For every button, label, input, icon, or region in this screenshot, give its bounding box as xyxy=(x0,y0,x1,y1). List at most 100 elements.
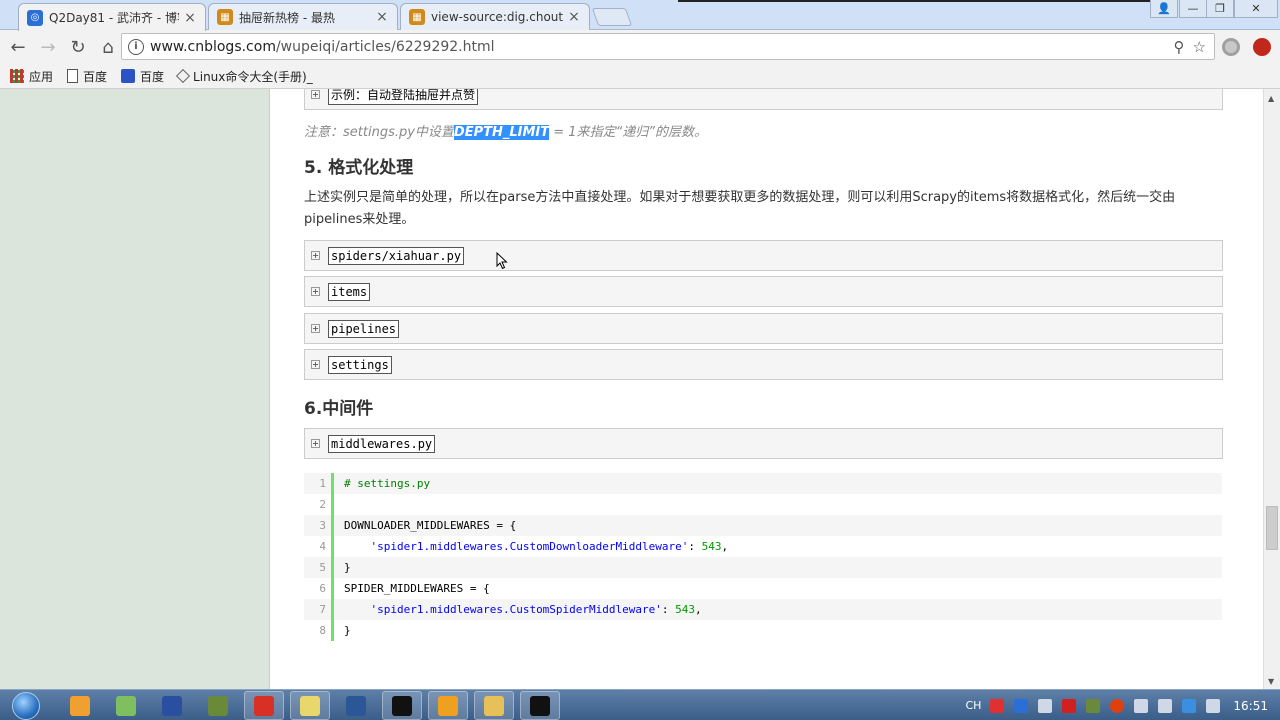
reload-button[interactable]: ↻ xyxy=(64,33,92,61)
line-number: 8 xyxy=(304,620,334,641)
taskbar-app[interactable] xyxy=(336,691,376,720)
extension-upload-icon[interactable] xyxy=(1253,38,1271,56)
tab-cnblogs[interactable]: ◎ Q2Day81 - 武沛齐 - 博客 × xyxy=(18,3,206,31)
tab-chouti[interactable]: ▦ 抽屉新热榜 - 最热 × xyxy=(208,3,398,30)
network-icon[interactable] xyxy=(1134,698,1149,713)
tools-tray-icon[interactable] xyxy=(1086,698,1101,713)
bookmark-label: Linux命令大全(手册)_ xyxy=(193,69,313,84)
site-info-icon[interactable]: i xyxy=(128,38,144,55)
scroll-up-icon[interactable]: ▲ xyxy=(1268,94,1274,103)
zoom-icon[interactable]: ⚲ xyxy=(1174,38,1185,56)
taskbar-app[interactable] xyxy=(474,691,514,720)
close-icon[interactable]: × xyxy=(567,9,581,25)
mouse-cursor-icon xyxy=(496,252,508,270)
collapsed-code-block[interactable]: middlewares.py xyxy=(304,428,1223,459)
folder-icon xyxy=(484,695,504,716)
expand-icon[interactable] xyxy=(311,251,320,260)
record-icon[interactable] xyxy=(1110,698,1125,713)
address-bar[interactable]: i www.cnblogs.com/wupeiqi/articles/62292… xyxy=(121,33,1215,60)
code-line: 2 xyxy=(304,494,1222,515)
taskbar-app[interactable] xyxy=(244,691,284,720)
taskbar-app[interactable] xyxy=(290,691,330,720)
page-sidebar xyxy=(0,89,270,689)
paint-icon xyxy=(116,695,136,716)
line-number: 2 xyxy=(304,494,334,515)
new-tab-button[interactable] xyxy=(591,8,633,26)
line-number: 5 xyxy=(304,557,334,578)
collapsed-code-block[interactable]: pipelines xyxy=(304,313,1223,344)
line-number: 4 xyxy=(304,536,334,557)
collapsed-code-block[interactable]: 示例：自动登陆抽屉并点赞 xyxy=(304,89,1223,110)
terminal-icon xyxy=(392,695,412,716)
code-line: 1 # settings.py xyxy=(304,473,1222,494)
taskbar-app[interactable] xyxy=(106,691,146,720)
vertical-scrollbar[interactable]: ▲ ▼ xyxy=(1263,89,1280,689)
antivirus-icon[interactable] xyxy=(1062,698,1077,713)
paw-icon xyxy=(121,69,136,83)
section-heading: 6.中间件 xyxy=(304,399,374,419)
browser-toolbar: ← → ↻ ⌂ i www.cnblogs.com/wupeiqi/articl… xyxy=(0,30,1280,64)
bookmark-label: 应用 xyxy=(29,69,54,84)
sticky-note-icon xyxy=(438,695,458,716)
word-icon xyxy=(346,695,366,716)
window-edge-line xyxy=(678,0,1150,2)
close-window-button[interactable]: ✕ xyxy=(1234,0,1278,18)
bookmark-baidu-2[interactable]: 百度 xyxy=(121,68,164,85)
collapsed-code-block[interactable]: spiders/xiahuar.py xyxy=(304,240,1223,271)
scroll-down-icon[interactable]: ▼ xyxy=(1268,677,1274,686)
fold-label: items xyxy=(328,282,371,301)
cnblogs-favicon-icon: ◎ xyxy=(27,9,43,26)
section-heading: 5. 格式化处理 xyxy=(304,158,414,178)
back-button[interactable]: ← xyxy=(4,33,32,61)
minimize-button[interactable]: — xyxy=(1179,0,1207,18)
extension-ring-icon[interactable] xyxy=(1222,38,1240,56)
bookmark-linux[interactable]: Linux命令大全(手册)_ xyxy=(175,68,313,85)
code-line: 5 } xyxy=(304,557,1222,578)
taskbar-app[interactable] xyxy=(520,691,560,720)
restore-button[interactable]: ❐ xyxy=(1206,0,1234,18)
code-line: 4 'spider1.middlewares.CustomDownloaderM… xyxy=(304,536,1222,557)
forward-button[interactable]: → xyxy=(34,33,62,61)
input-language[interactable]: CH xyxy=(965,699,981,712)
system-tray: CH 16:51 xyxy=(965,690,1280,720)
bookmark-shape-icon xyxy=(175,68,191,84)
close-icon[interactable]: × xyxy=(375,9,389,25)
notepad-icon xyxy=(300,695,320,716)
expand-icon[interactable] xyxy=(311,287,320,296)
home-button[interactable]: ⌂ xyxy=(94,33,122,61)
collapsed-code-block[interactable]: settings xyxy=(304,349,1223,380)
display-icon[interactable] xyxy=(1158,698,1173,713)
code-block: 1 # settings.py 2 3 DOWNLOADER_MIDDLEWAR… xyxy=(304,473,1222,641)
bookmark-baidu-1[interactable]: 百度 xyxy=(67,68,107,85)
tab-view-source[interactable]: ▦ view-source:dig.chouti × xyxy=(400,3,590,30)
user-profile-icon[interactable]: 👤 xyxy=(1150,0,1178,18)
expand-icon[interactable] xyxy=(311,90,320,99)
apps-grid-icon xyxy=(10,69,24,83)
volume-icon[interactable] xyxy=(1206,698,1221,713)
start-button[interactable] xyxy=(6,690,46,720)
floppy-save-icon xyxy=(162,695,182,716)
paragraph: 上述实例只是简单的处理，所以在parse方法中直接处理。如果对于想要获取更多的数… xyxy=(304,190,1176,227)
scrollbar-thumb[interactable] xyxy=(1266,506,1278,550)
clock[interactable]: 16:51 xyxy=(1233,699,1268,713)
collapsed-code-block[interactable]: items xyxy=(304,276,1223,307)
expand-icon[interactable] xyxy=(311,324,320,333)
help-icon[interactable] xyxy=(1014,698,1029,713)
chouti-favicon-icon: ▦ xyxy=(217,9,233,25)
expand-icon[interactable] xyxy=(311,439,320,448)
windows-logo-icon xyxy=(12,691,40,720)
taskbar-app[interactable] xyxy=(60,691,100,720)
taskbar-app[interactable] xyxy=(198,691,238,720)
taskbar-app[interactable] xyxy=(152,691,192,720)
fold-label: 示例：自动登陆抽屉并点赞 xyxy=(328,89,479,105)
close-icon[interactable]: × xyxy=(183,10,197,26)
bookmark-star-icon[interactable]: ☆ xyxy=(1193,38,1206,56)
taskbar-app[interactable] xyxy=(428,691,468,720)
tray-arrow-icon[interactable] xyxy=(1038,698,1053,713)
expand-icon[interactable] xyxy=(311,360,320,369)
sogou-input-icon[interactable] xyxy=(990,698,1005,713)
taskbar-app[interactable] xyxy=(382,691,422,720)
windows-taskbar: CH 16:51 xyxy=(0,689,1280,720)
bookmark-apps[interactable]: 应用 xyxy=(10,68,53,85)
bluetooth-icon[interactable] xyxy=(1182,698,1197,713)
